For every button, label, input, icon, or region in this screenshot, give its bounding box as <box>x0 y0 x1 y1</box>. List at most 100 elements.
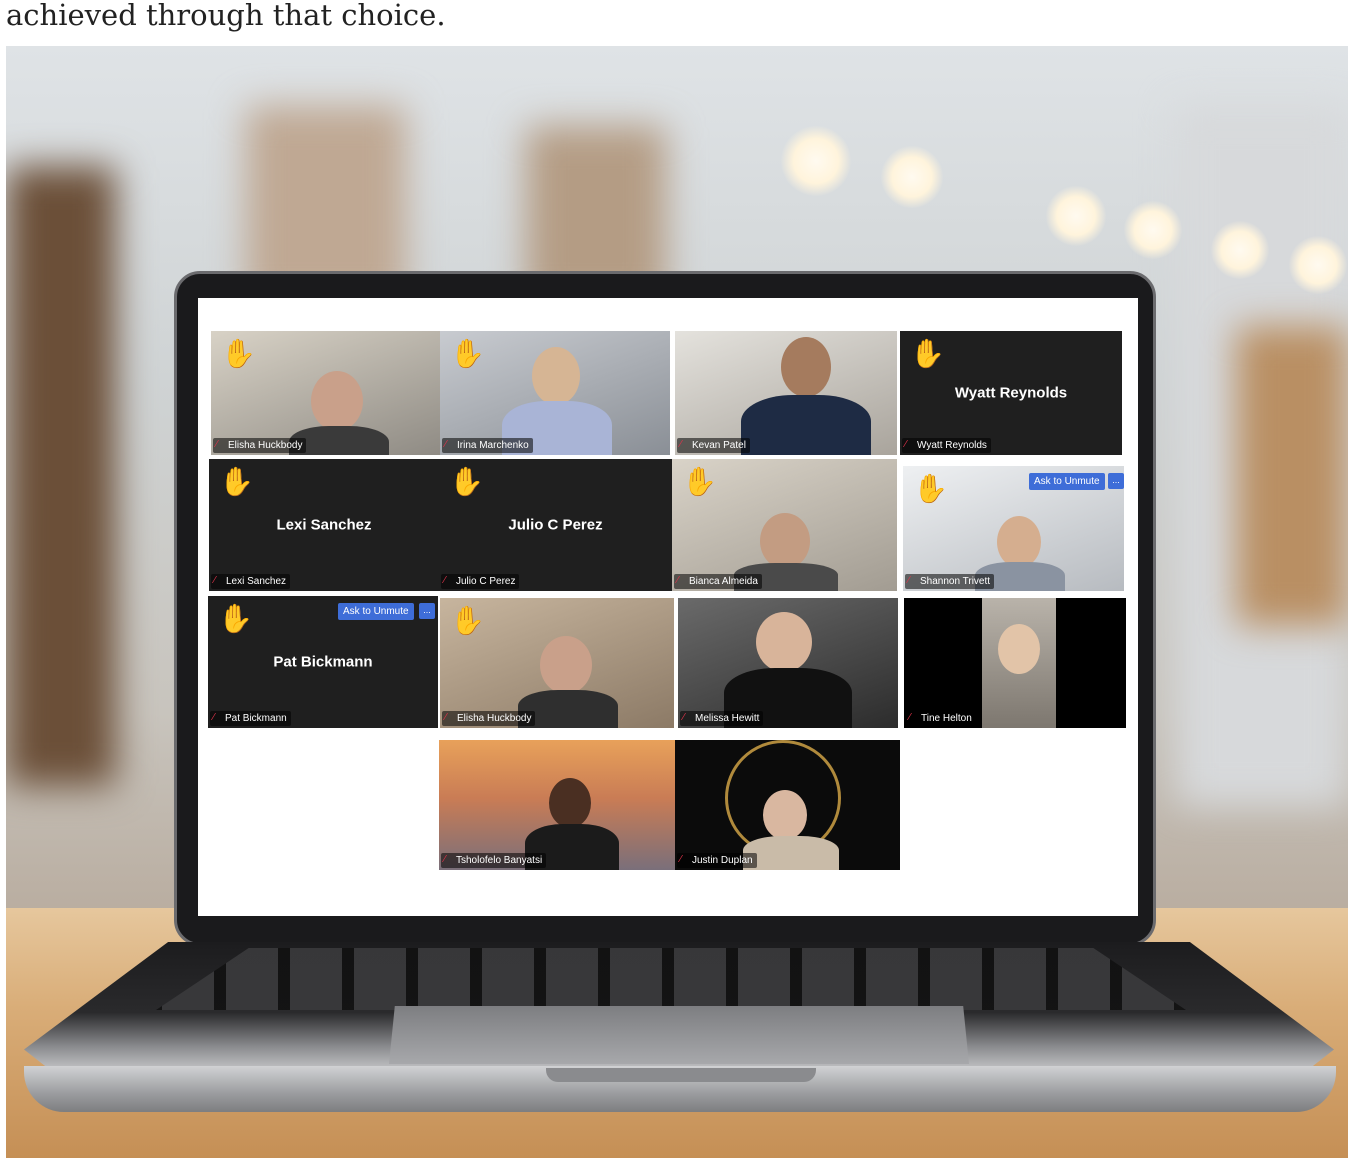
participant-name-label: ⁄ Bianca Almeida <box>674 574 762 589</box>
participant-tile[interactable]: ✋ Wyatt Reynolds ⁄ Wyatt Reynolds <box>900 331 1122 455</box>
participant-tile[interactable]: ✋ ⁄ Elisha Huckbody <box>211 331 440 455</box>
participant-tile[interactable]: ⁄ Justin Duplan <box>675 740 900 870</box>
muted-mic-icon: ⁄ <box>216 439 218 450</box>
participant-name-label: ⁄ Julio C Perez <box>441 574 520 589</box>
bg-shelf <box>1236 326 1348 626</box>
bokeh-light <box>1211 221 1269 279</box>
keyboard-keys <box>156 948 1186 1010</box>
participant-name-label: ⁄ Elisha Huckbody <box>442 711 536 726</box>
muted-mic-icon: ⁄ <box>213 712 215 723</box>
muted-mic-icon: ⁄ <box>677 575 679 586</box>
muted-mic-icon: ⁄ <box>683 712 685 723</box>
participant-name: Julio C Perez <box>456 576 516 587</box>
participant-video <box>549 778 591 828</box>
raised-hand-icon: ✋ <box>449 466 484 497</box>
more-options-button[interactable]: ... <box>419 603 435 619</box>
muted-mic-icon: ⁄ <box>680 854 682 865</box>
raised-hand-icon: ✋ <box>910 338 945 369</box>
participant-name: Melissa Hewitt <box>695 713 760 724</box>
participant-tile[interactable]: ✋ Ask to Unmute ... ⁄ Shannon Trivett <box>903 466 1124 591</box>
raised-hand-icon: ✋ <box>219 466 254 497</box>
participant-name-label: ⁄ Tine Helton <box>906 711 976 726</box>
muted-mic-icon: ⁄ <box>680 439 682 450</box>
bg-bookshelf <box>6 166 116 786</box>
participant-video <box>532 347 580 405</box>
participant-tile[interactable]: ⁄ Tsholofelo Banyatsi <box>439 740 675 870</box>
meeting-screen: ✋ ⁄ Elisha Huckbody ✋ ⁄ Irina Marchenko ⁄ K… <box>198 298 1138 916</box>
participant-name: Kevan Patel <box>692 440 746 451</box>
participant-name: Elisha Huckbody <box>457 713 532 724</box>
muted-mic-icon: ⁄ <box>909 712 911 723</box>
muted-mic-icon: ⁄ <box>908 575 910 586</box>
participant-video <box>311 371 363 431</box>
caption: achieved through that choice. <box>6 0 1346 46</box>
ask-to-unmute-button[interactable]: Ask to Unmute <box>1029 473 1105 490</box>
muted-mic-icon: ⁄ <box>214 575 216 586</box>
participant-display-name: Julio C Perez <box>508 516 603 534</box>
muted-mic-icon: ⁄ <box>445 712 447 723</box>
muted-mic-icon: ⁄ <box>444 854 446 865</box>
participant-video <box>998 624 1040 674</box>
bokeh-light <box>881 146 943 208</box>
participant-video <box>760 513 810 569</box>
participant-name-label: ⁄ Pat Bickmann <box>210 711 291 726</box>
participant-name-label: ⁄ Lexi Sanchez <box>211 574 291 589</box>
participant-name: Lexi Sanchez <box>226 576 287 587</box>
bokeh-light <box>1124 201 1182 259</box>
raised-hand-icon: ✋ <box>221 338 256 369</box>
participant-tile[interactable]: ⁄ Melissa Hewitt <box>678 598 898 728</box>
participant-video <box>997 516 1041 568</box>
participant-tile[interactable]: ✋ Ask to Unmute ... Pat Bickmann ⁄ Pat Bi… <box>208 596 438 728</box>
raised-hand-icon: ✋ <box>913 473 948 504</box>
participant-name: Bianca Almeida <box>689 576 758 587</box>
participant-video <box>763 790 807 840</box>
participant-name: Tine Helton <box>921 713 972 724</box>
raised-hand-icon: ✋ <box>682 466 717 497</box>
muted-mic-icon: ⁄ <box>445 439 447 450</box>
participant-tile[interactable]: ✋ Julio C Perez ⁄ Julio C Perez <box>439 459 672 591</box>
participant-name: Wyatt Reynolds <box>917 440 987 451</box>
muted-mic-icon: ⁄ <box>905 439 907 450</box>
raised-hand-icon: ✋ <box>450 338 485 369</box>
participant-video <box>781 337 831 397</box>
participant-tile[interactable]: ⁄ Kevan Patel <box>675 331 897 455</box>
laptop-notch <box>546 1068 816 1082</box>
participant-tile[interactable]: ✋ ⁄ Bianca Almeida <box>672 459 897 591</box>
participant-name-label: ⁄ Melissa Hewitt <box>680 711 764 726</box>
ask-to-unmute-button[interactable]: Ask to Unmute <box>338 603 414 620</box>
participant-name-label: ⁄ Irina Marchenko <box>442 438 533 453</box>
participant-name: Justin Duplan <box>692 855 753 866</box>
participant-name: Shannon Trivett <box>920 576 991 587</box>
muted-mic-icon: ⁄ <box>444 575 446 586</box>
trackpad <box>389 1006 969 1064</box>
participant-display-name: Pat Bickmann <box>273 653 373 671</box>
participant-tile[interactable]: ✋ ⁄ Elisha Huckbody <box>440 598 674 728</box>
participant-name-label: ⁄ Elisha Huckbody <box>213 438 307 453</box>
participant-display-name: Wyatt Reynolds <box>954 384 1068 402</box>
raised-hand-icon: ✋ <box>218 603 253 634</box>
participant-video <box>540 636 592 694</box>
caption-line-2: achieved through that choice. <box>6 0 446 32</box>
participant-display-name: Lexi Sanchez <box>276 516 372 534</box>
participant-tile[interactable]: ⁄ Tine Helton <box>904 598 1126 728</box>
bokeh-light <box>1289 236 1347 294</box>
raised-hand-icon: ✋ <box>450 605 485 636</box>
participant-name: Irina Marchenko <box>457 440 529 451</box>
laptop-photo: ✋ ⁄ Elisha Huckbody ✋ ⁄ Irina Marchenko ⁄ K… <box>6 46 1348 1158</box>
participant-name: Pat Bickmann <box>225 713 287 724</box>
participant-video <box>743 836 839 870</box>
participant-name-label: ⁄ Tsholofelo Banyatsi <box>441 853 547 868</box>
participant-name: Elisha Huckbody <box>228 440 303 451</box>
more-options-button[interactable]: ... <box>1108 473 1124 489</box>
participant-video <box>756 612 812 672</box>
participant-tile[interactable]: ✋ ⁄ Irina Marchenko <box>440 331 670 455</box>
participant-tile[interactable]: ✋ Lexi Sanchez ⁄ Lexi Sanchez <box>209 459 439 591</box>
participant-name: Tsholofelo Banyatsi <box>456 855 543 866</box>
bokeh-light <box>781 126 851 196</box>
participant-name-label: ⁄ Kevan Patel <box>677 438 750 453</box>
bokeh-light <box>1046 186 1106 246</box>
participant-video <box>741 395 871 455</box>
participant-name-label: ⁄ Wyatt Reynolds <box>902 438 991 453</box>
participant-name-label: ⁄ Shannon Trivett <box>905 574 995 589</box>
participant-name-label: ⁄ Justin Duplan <box>677 853 757 868</box>
